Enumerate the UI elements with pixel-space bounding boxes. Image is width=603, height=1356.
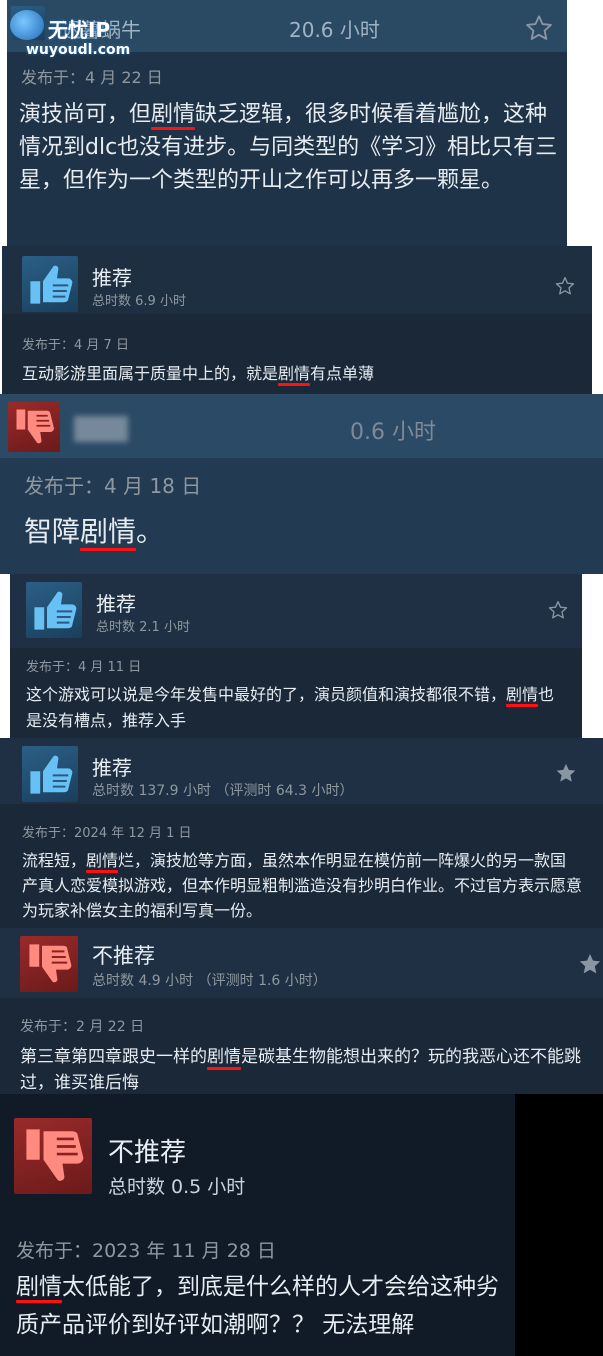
thumbs-up-icon (22, 746, 78, 802)
review-text-segment: 这个游戏可以说是今年发售中最好的了，演员颜值和演技都很不错， (26, 685, 507, 704)
award-star-icon[interactable] (548, 600, 568, 620)
thumbs-up-icon (26, 582, 82, 638)
highlighted-keyword: 剧情 (278, 364, 311, 383)
review-text-segment: 流程短， (22, 851, 87, 870)
review-text-segment: 智障 (24, 515, 81, 548)
playtime: 总时数 0.5 小时 (108, 1176, 246, 1198)
recommendation-label: 推荐 (96, 592, 136, 616)
highlighted-keyword: 剧情 (86, 851, 119, 870)
highlighted-keyword: 剧情 (80, 515, 137, 548)
award-star-icon[interactable] (555, 762, 577, 784)
highlighted-keyword: 剧情 (16, 1274, 62, 1300)
recommendation-label: 推荐 (92, 756, 132, 780)
post-date: 发布于：4 月 7 日 (22, 338, 129, 353)
highlighted-keyword: 剧情 (207, 1047, 241, 1067)
review-text-segment: 太低能了，到底是什么样的人才会给这种劣质产品评价到好评如潮啊？？ 无法理解 (16, 1274, 499, 1338)
post-date: 发布于：4 月 18 日 (24, 474, 202, 498)
thumbs-down-icon (14, 1118, 92, 1194)
review-text-segment: 有点单薄 (310, 364, 375, 383)
recommendation-label: 不推荐 (108, 1138, 187, 1168)
post-date: 发布于：2024 年 12 月 1 日 (22, 826, 192, 841)
review-card-5: 推荐 总时数 137.9 小时 （评测时 64.3 小时） 发布于：2024 年… (0, 738, 603, 928)
review-text-segment: 演技尚可，但 (19, 102, 152, 127)
recommendation-label: 推荐 (92, 266, 132, 290)
watermark-url: wuyoudl.com (26, 42, 131, 58)
review-text-segment: 第三章第四章跟史一样的 (20, 1047, 207, 1067)
review-text: 演技尚可，但剧情缺乏逻辑，很多时候看着尴尬，这种情况到dlc也没有进步。与同类型… (19, 98, 559, 197)
review-card-2: 推荐 总时数 6.9 小时 发布于：4 月 7 日 互动影游里面属于质量中上的，… (2, 246, 592, 394)
highlighted-keyword: 剧情 (151, 102, 196, 127)
review-card-7: 不推荐 总时数 0.5 小时 发布于：2023 年 11 月 28 日 剧情太低… (0, 1094, 515, 1356)
review-text: 这个游戏可以说是今年发售中最好的了，演员颜值和演技都很不错，剧情也是没有槽点，推… (26, 682, 566, 734)
blurred-username (74, 416, 128, 442)
review-text-segment: 互动影游里面属于质量中上的，就是 (22, 364, 279, 383)
review-text: 流程短，剧情烂，演技尬等方面，虽然本作明显在模仿前一阵爆火的另一款国产真人恋爱模… (22, 848, 582, 923)
watermark-logo-icon (10, 10, 44, 40)
recommendation-label: 不推荐 (92, 944, 155, 968)
review-card-4: 推荐 总时数 2.1 小时 发布于：4 月 11 日 这个游戏可以说是今年发售中… (10, 574, 582, 738)
playtime: 20.6 小时 (289, 18, 380, 42)
background-fill (515, 1094, 603, 1356)
playtime: 总时数 4.9 小时 （评测时 1.6 小时） (92, 973, 327, 989)
playtime: 0.6 小时 (350, 420, 436, 445)
review-text: 智障剧情。 (24, 512, 584, 552)
watermark-title: 无忧IP (48, 18, 111, 42)
post-date: 发布于：2023 年 11 月 28 日 (16, 1240, 276, 1262)
review-text: 第三章第四章跟史一样的剧情是碳基生物能想出来的？玩的我恶心还不能跳过，谁买谁后悔 (20, 1044, 600, 1094)
award-star-icon[interactable] (555, 276, 575, 296)
review-text-segment: 。 (136, 515, 165, 548)
review-card-3: 0.6 小时 发布于：4 月 18 日 智障剧情。 (0, 394, 603, 574)
thumbs-down-icon (20, 936, 78, 992)
award-star-icon[interactable] (525, 14, 553, 42)
playtime: 总时数 2.1 小时 (96, 620, 190, 635)
post-date: 发布于：2 月 22 日 (20, 1019, 145, 1035)
playtime: 总时数 137.9 小时 （评测时 64.3 小时） (92, 783, 354, 799)
watermark: 无忧IP wuyoudl.com (6, 2, 156, 64)
review-text: 剧情太低能了，到底是什么样的人才会给这种劣质产品评价到好评如潮啊？？ 无法理解 (16, 1268, 511, 1344)
award-star-icon[interactable] (578, 952, 602, 976)
review-text: 互动影游里面属于质量中上的，就是剧情有点单薄 (22, 362, 582, 386)
review-card-6: 不推荐 总时数 4.9 小时 （评测时 1.6 小时） 发布于：2 月 22 日… (0, 928, 603, 1094)
post-date: 发布于：4 月 11 日 (26, 660, 142, 675)
playtime: 总时数 6.9 小时 (92, 294, 186, 309)
review-header (2, 246, 592, 314)
thumbs-down-icon (8, 402, 60, 452)
highlighted-keyword: 剧情 (506, 685, 539, 704)
thumbs-up-icon (22, 256, 78, 312)
post-date: 发布于：4 月 22 日 (21, 68, 163, 87)
